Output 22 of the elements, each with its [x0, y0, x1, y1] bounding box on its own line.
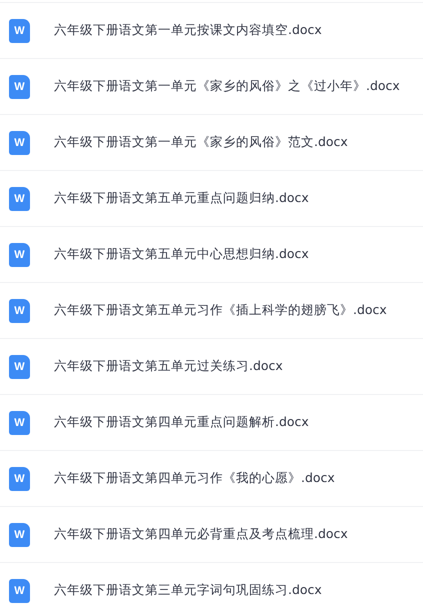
word-file-icon: W: [9, 410, 30, 434]
word-file-icon: W: [9, 298, 30, 322]
word-file-icon: W: [9, 354, 30, 378]
file-name[interactable]: 六年级下册语文第五单元习作《插上科学的翅膀飞》.docx: [54, 302, 387, 319]
word-file-icon: W: [9, 466, 30, 490]
file-name[interactable]: 六年级下册语文第五单元过关练习.docx: [54, 358, 283, 375]
word-file-icon: W: [9, 242, 30, 266]
word-file-icon: W: [9, 130, 30, 154]
file-name[interactable]: 六年级下册语文第三单元字词句巩固练习.docx: [54, 582, 322, 599]
file-name[interactable]: 六年级下册语文第四单元重点问题解析.docx: [54, 414, 309, 431]
file-name[interactable]: 六年级下册语文第五单元重点问题归纳.docx: [54, 190, 309, 207]
word-file-icon: W: [9, 18, 30, 42]
word-file-icon: W: [9, 186, 30, 210]
file-name[interactable]: 六年级下册语文第一单元《家乡的风俗》范文.docx: [54, 134, 348, 151]
file-name[interactable]: 六年级下册语文第五单元中心思想归纳.docx: [54, 246, 309, 263]
file-name[interactable]: 六年级下册语文第四单元必背重点及考点梳理.docx: [54, 526, 348, 543]
file-name[interactable]: 六年级下册语文第一单元《家乡的风俗》之《过小年》.docx: [54, 78, 400, 95]
file-name[interactable]: 六年级下册语文第四单元习作《我的心愿》.docx: [54, 470, 335, 487]
word-file-icon: W: [9, 578, 30, 602]
word-file-icon: W: [9, 522, 30, 546]
word-file-icon: W: [9, 74, 30, 98]
file-name[interactable]: 六年级下册语文第一单元按课文内容填空.docx: [54, 22, 322, 39]
